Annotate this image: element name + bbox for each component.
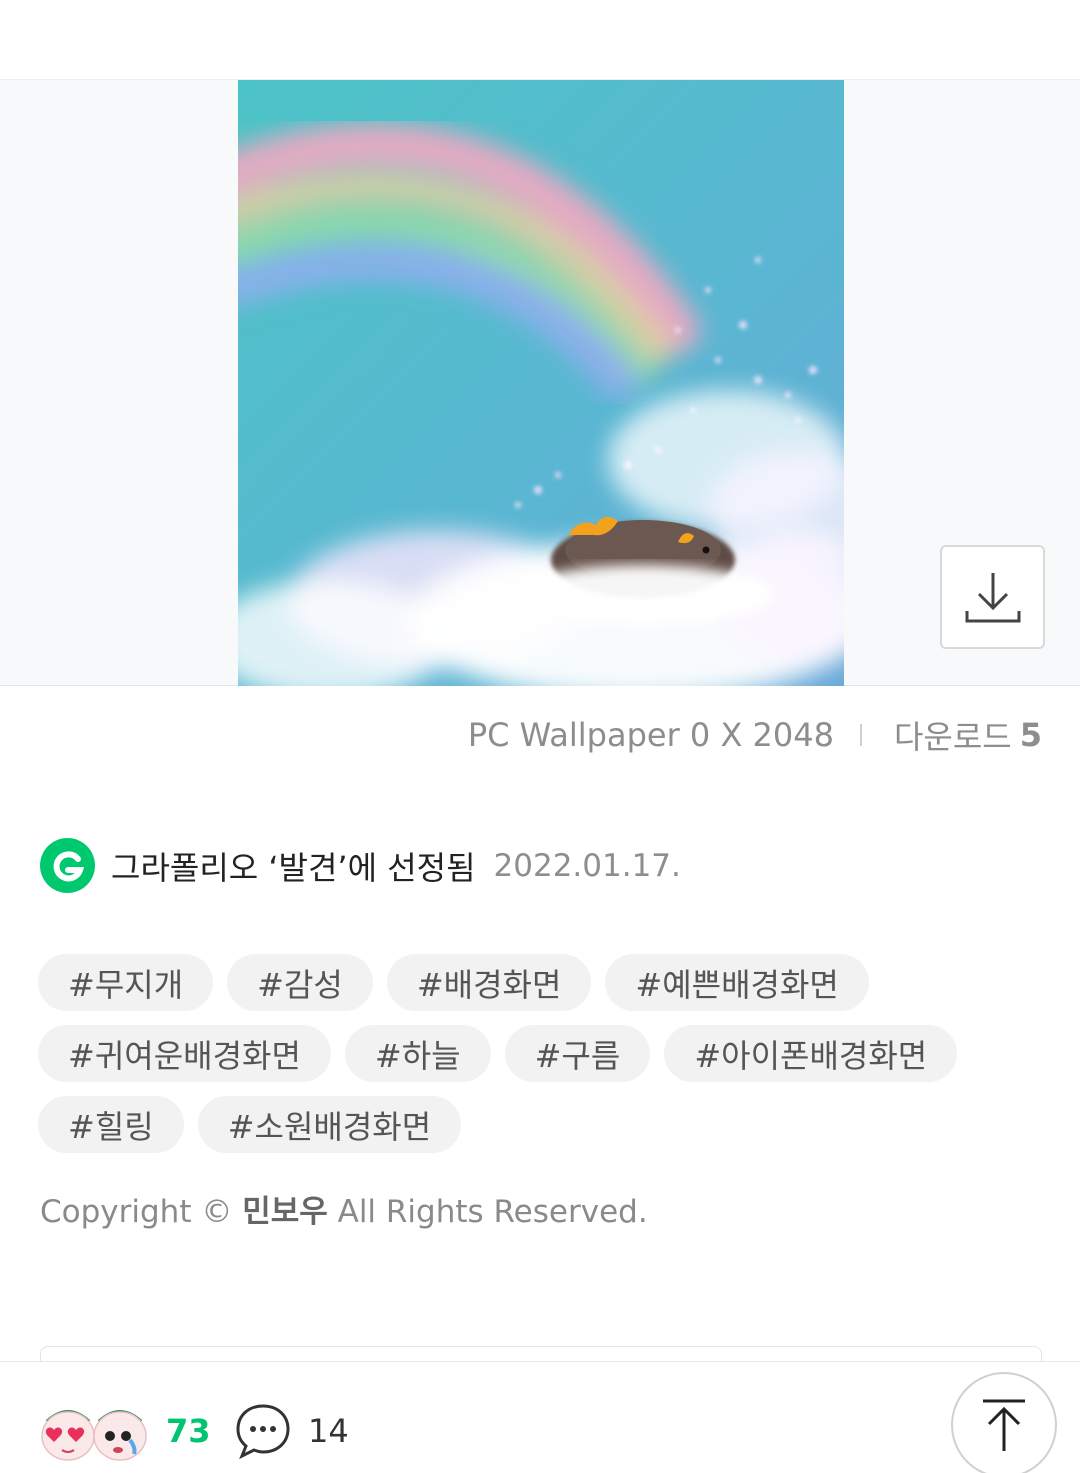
rainbow-cloud-illustration	[238, 80, 844, 686]
tag-chip[interactable]: #무지개	[38, 954, 214, 1011]
comments-button[interactable]: 14	[234, 1402, 349, 1460]
reactions-count: 73	[166, 1412, 211, 1450]
copyright-suffix: All Rights Reserved.	[337, 1194, 648, 1230]
copyright-owner[interactable]: 민보우	[242, 1194, 328, 1230]
tag-chip[interactable]: #구름	[504, 1025, 651, 1082]
tag-chip[interactable]: #감성	[227, 954, 373, 1011]
download-icon	[965, 573, 1020, 623]
tag-chip[interactable]: #예쁜배경화면	[605, 954, 869, 1011]
arrow-up-to-top-icon	[983, 1399, 1025, 1451]
grafolio-logo-icon	[40, 838, 95, 893]
wallpaper-resolution: PC Wallpaper 0 X 2048	[467, 716, 834, 754]
selection-date: 2022.01.17.	[493, 847, 681, 884]
copyright-prefix: Copyright ©	[40, 1194, 233, 1230]
wallpaper-meta: PC Wallpaper 0 X 2048 다운로드 5	[468, 712, 1042, 758]
download-label: 다운로드	[893, 718, 1012, 756]
crying-emoji-icon	[93, 1410, 147, 1461]
scroll-to-top-button[interactable]	[951, 1372, 1057, 1473]
meta-divider	[859, 724, 862, 746]
comment-bubble-icon	[236, 1404, 290, 1460]
selection-badge-row: 그라폴리오 ‘발견’에 선정됨 2022.01.17.	[40, 838, 681, 893]
tag-chip[interactable]: #소원배경화면	[197, 1096, 462, 1153]
tag-row: #귀여운배경화면 #하늘 #구름 #아이폰배경화면	[38, 1025, 1048, 1082]
selection-text: 그라폴리오 ‘발견’에 선정됨	[111, 848, 476, 887]
tag-row: #무지개 #감성 #배경화면 #예쁜배경화면	[38, 954, 1048, 1011]
tag-list: #무지개 #감성 #배경화면 #예쁜배경화면 #귀여운배경화면 #하늘 #구름 …	[38, 954, 1048, 1167]
tag-chip[interactable]: #하늘	[344, 1025, 491, 1082]
artwork-viewer	[0, 80, 1080, 686]
tag-chip[interactable]: #아이폰배경화면	[664, 1025, 958, 1082]
tag-chip[interactable]: #배경화면	[386, 954, 592, 1011]
top-strip	[0, 0, 1080, 80]
bottom-action-bar: 73 14	[0, 1361, 1080, 1473]
download-count: 5	[1019, 716, 1042, 754]
artwork-image[interactable]	[238, 80, 844, 686]
tag-chip[interactable]: #귀여운배경화면	[38, 1025, 331, 1082]
download-button[interactable]	[940, 545, 1045, 649]
tag-chip[interactable]: #힐링	[38, 1096, 184, 1153]
reactions-button[interactable]: 73	[40, 1400, 211, 1462]
heart-eyes-emoji-icon	[41, 1410, 95, 1461]
copyright-notice: Copyright © 민보우 All Rights Reserved.	[40, 1186, 648, 1231]
comments-count: 14	[308, 1412, 349, 1450]
tag-row: #힐링 #소원배경화면	[38, 1096, 1048, 1153]
cut-off-header-text	[518, 0, 564, 4]
